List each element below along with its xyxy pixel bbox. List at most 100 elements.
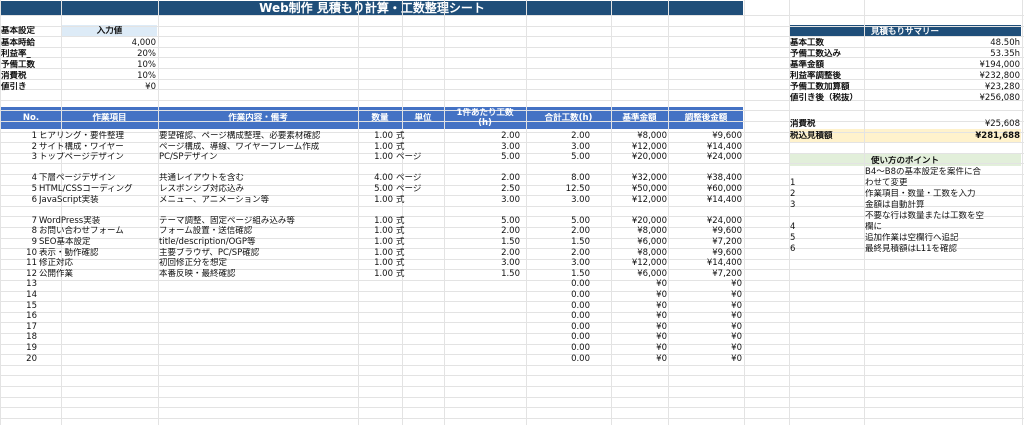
- table-cell-qty[interactable]: 1.00: [359, 248, 393, 258]
- table-cell-total[interactable]: 0.00: [527, 354, 590, 364]
- table-cell-base[interactable]: ¥0: [612, 290, 667, 300]
- table-cell-item[interactable]: [39, 290, 158, 300]
- table-cell-item[interactable]: [39, 354, 158, 364]
- table-cell-unit[interactable]: [396, 322, 443, 332]
- tip-text[interactable]: 最終見積額はL11を確認: [865, 244, 1021, 254]
- table-cell-base[interactable]: ¥0: [612, 332, 667, 342]
- summary-label[interactable]: 基本工数: [790, 38, 910, 48]
- table-cell-adjusted[interactable]: ¥24,000: [669, 152, 742, 162]
- table-cell-per[interactable]: 3.00: [445, 142, 520, 152]
- table-cell-item[interactable]: HTML/CSSコーディング: [39, 184, 158, 194]
- table-cell-adjusted[interactable]: ¥0: [669, 279, 742, 289]
- table-cell-unit[interactable]: [396, 290, 443, 300]
- table-cell-base[interactable]: ¥0: [612, 311, 667, 321]
- table-cell-adjusted[interactable]: ¥14,400: [669, 258, 742, 268]
- table-cell-qty[interactable]: [359, 311, 393, 321]
- settings-header-label[interactable]: 基本設定: [1, 26, 61, 36]
- table-cell-qty[interactable]: [359, 279, 393, 289]
- table-cell-item[interactable]: 修正対応: [39, 258, 158, 268]
- table-cell-item[interactable]: お問い合わせフォーム: [39, 226, 158, 236]
- table-cell-item[interactable]: 公開作業: [39, 269, 158, 279]
- table-cell-adjusted[interactable]: ¥14,400: [669, 195, 742, 205]
- table-cell-no[interactable]: 7: [1, 216, 37, 226]
- table-cell-adjusted[interactable]: ¥0: [669, 311, 742, 321]
- table-cell-unit[interactable]: [396, 354, 443, 364]
- table-cell-no[interactable]: 3: [1, 152, 37, 162]
- table-cell-per[interactable]: [445, 290, 520, 300]
- summary-label[interactable]: 基準金額: [790, 60, 910, 70]
- summary-value[interactable]: ¥194,000: [912, 60, 1020, 70]
- table-cell-qty[interactable]: 1.00: [359, 258, 393, 268]
- table-cell-per[interactable]: 1.50: [445, 269, 520, 279]
- table-cell-note[interactable]: [159, 332, 357, 342]
- table-cell-per[interactable]: 3.00: [445, 195, 520, 205]
- table-cell-base[interactable]: ¥8,000: [612, 131, 667, 141]
- table-cell-qty[interactable]: [359, 332, 393, 342]
- table-cell-unit[interactable]: ページ: [396, 173, 443, 183]
- table-cell-total[interactable]: 0.00: [527, 311, 590, 321]
- table-cell-qty[interactable]: [359, 354, 393, 364]
- table-cell-per[interactable]: [445, 354, 520, 364]
- tip-number[interactable]: 3: [790, 200, 850, 210]
- table-cell-qty[interactable]: 1.00: [359, 269, 393, 279]
- table-cell-no[interactable]: 13: [1, 279, 37, 289]
- table-cell-total[interactable]: 5.00: [527, 152, 590, 162]
- table-cell-total[interactable]: 1.50: [527, 269, 590, 279]
- table-cell-note[interactable]: 主要ブラウザ、PC/SP確認: [159, 248, 357, 258]
- table-cell-no[interactable]: 1: [1, 131, 37, 141]
- table-cell-item[interactable]: WordPress実装: [39, 216, 158, 226]
- table-cell-base[interactable]: ¥6,000: [612, 237, 667, 247]
- settings-header-value[interactable]: 入力値: [62, 26, 157, 36]
- table-cell-total[interactable]: 3.00: [527, 258, 590, 268]
- table-cell-per[interactable]: 1.50: [445, 237, 520, 247]
- table-cell-no[interactable]: 19: [1, 343, 37, 353]
- table-cell-base[interactable]: ¥50,000: [612, 184, 667, 194]
- table-cell-no[interactable]: 11: [1, 258, 37, 268]
- table-cell-base[interactable]: ¥0: [612, 279, 667, 289]
- table-cell-per[interactable]: 2.00: [445, 248, 520, 258]
- table-cell-no[interactable]: 14: [1, 290, 37, 300]
- table-cell-base[interactable]: ¥32,000: [612, 173, 667, 183]
- table-cell-item[interactable]: SEO基本設定: [39, 237, 158, 247]
- settings-label[interactable]: 利益率_: [1, 49, 61, 59]
- table-cell-no[interactable]: 16: [1, 311, 37, 321]
- table-cell-note[interactable]: title/description/OGP等: [159, 237, 357, 247]
- table-cell-note[interactable]: [159, 301, 357, 311]
- tip-number[interactable]: [790, 211, 850, 221]
- summary-label[interactable]: 予備工数加算額: [790, 82, 910, 92]
- table-cell-qty[interactable]: 4.00: [359, 173, 393, 183]
- table-cell-base[interactable]: ¥8,000: [612, 248, 667, 258]
- summary-tax-value[interactable]: ¥25,608: [912, 119, 1020, 129]
- table-cell-total[interactable]: 12.50: [527, 184, 590, 194]
- table-cell-unit[interactable]: 式: [396, 237, 443, 247]
- table-cell-total[interactable]: 2.00: [527, 248, 590, 258]
- table-cell-unit[interactable]: 式: [396, 216, 443, 226]
- table-cell-total[interactable]: 2.00: [527, 131, 590, 141]
- summary-label[interactable]: 予備工数込み: [790, 49, 910, 59]
- table-cell-adjusted[interactable]: ¥60,000: [669, 184, 742, 194]
- table-cell-note[interactable]: フォーム設置・送信確認: [159, 226, 357, 236]
- table-cell-per[interactable]: 2.00: [445, 226, 520, 236]
- table-cell-no[interactable]: 12: [1, 269, 37, 279]
- tip-text[interactable]: B4〜B8の基本設定を案件に合: [865, 167, 1021, 177]
- summary-value[interactable]: ¥232,800: [912, 71, 1020, 81]
- table-cell-qty[interactable]: 1.00: [359, 195, 393, 205]
- table-cell-total[interactable]: 5.00: [527, 216, 590, 226]
- table-cell-adjusted[interactable]: ¥0: [669, 332, 742, 342]
- table-cell-unit[interactable]: 式: [396, 248, 443, 258]
- table-cell-adjusted[interactable]: ¥9,600: [669, 226, 742, 236]
- table-cell-unit[interactable]: [396, 332, 443, 342]
- table-cell-item[interactable]: [39, 322, 158, 332]
- table-cell-unit[interactable]: 式: [396, 226, 443, 236]
- table-cell-note[interactable]: [159, 279, 357, 289]
- settings-label[interactable]: 値引き: [1, 82, 61, 92]
- table-cell-qty[interactable]: 1.00: [359, 142, 393, 152]
- summary-total-value[interactable]: ¥281,688: [912, 131, 1020, 141]
- table-cell-qty[interactable]: 1.00: [359, 237, 393, 247]
- table-cell-base[interactable]: ¥20,000: [612, 152, 667, 162]
- summary-label[interactable]: 利益率調整後: [790, 71, 910, 81]
- tip-number[interactable]: 4: [790, 222, 850, 232]
- table-cell-per[interactable]: [445, 343, 520, 353]
- table-cell-item[interactable]: ヒアリング・要件整理: [39, 131, 158, 141]
- table-cell-total[interactable]: 0.00: [527, 301, 590, 311]
